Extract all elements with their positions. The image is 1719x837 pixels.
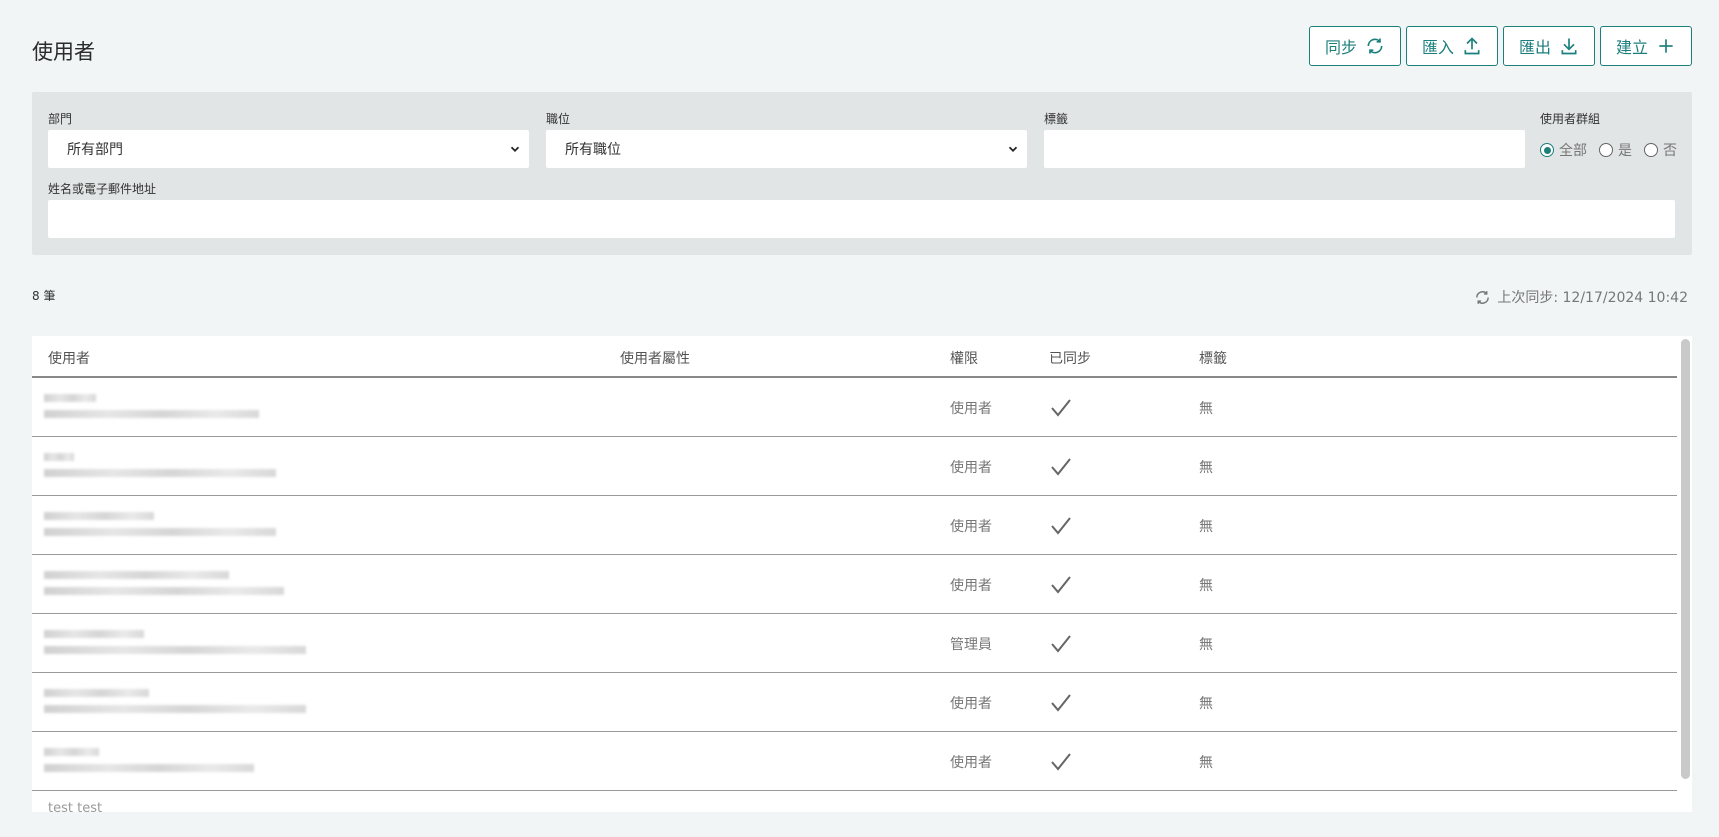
table-row[interactable]: test test 使用者 無 [32,791,1677,812]
department-select-value: 所有部門 [67,142,123,158]
table-row[interactable]: 使用者 無 [32,437,1677,496]
page-title: 使用者 [32,40,95,64]
row-tag: 無 [1199,696,1213,712]
last-sync-status: 上次同步: 12/17/2024 10:42 [1474,287,1688,307]
redacted-name [44,689,149,697]
tag-input[interactable] [1044,130,1525,168]
table-row[interactable]: 使用者 無 [32,673,1677,732]
column-header-user-attributes[interactable]: 使用者屬性 [620,348,690,368]
row-tag: 無 [1199,755,1213,771]
refresh-icon [1476,290,1490,304]
row-permission: 管理員 [950,637,992,653]
column-header-tags[interactable]: 標籤 [1199,348,1227,368]
column-header-permission[interactable]: 權限 [950,348,978,368]
redacted-email [44,469,276,477]
last-sync-text: 上次同步: 12/17/2024 10:42 [1497,290,1688,306]
row-tag: 無 [1199,578,1213,594]
radio-label: 全部 [1559,143,1587,159]
radio-button[interactable] [1599,143,1613,157]
tag-label: 標籤 [1044,112,1069,126]
redacted-name [44,453,74,461]
export-button-label: 匯出 [1518,38,1551,57]
check-icon [1051,635,1071,653]
redacted-name [44,748,99,756]
table-row[interactable]: 使用者 無 [32,378,1677,437]
chevron-down-icon [510,146,520,152]
create-button-label: 建立 [1615,38,1648,57]
row-permission: 使用者 [950,755,992,771]
check-icon [1051,576,1071,594]
position-select-value: 所有職位 [565,142,621,158]
filter-panel: 部門 所有部門 職位 所有職位 標籤 使用者群組 全部 是 否 姓名或電子郵件地… [32,92,1692,255]
user-group-option-all[interactable]: 全部 [1540,140,1587,160]
department-label: 部門 [48,112,73,126]
row-tag: 無 [1199,460,1213,476]
table-row[interactable]: 使用者 無 [32,732,1677,791]
column-header-synced[interactable]: 已同步 [1049,348,1091,368]
row-permission: 使用者 [950,460,992,476]
redacted-email [44,587,284,595]
redacted-name [44,630,144,638]
table-row[interactable]: 使用者 無 [32,496,1677,555]
redacted-name [44,512,154,520]
table-header: 使用者 使用者屬性 權限 已同步 標籤 [32,336,1677,378]
import-button-label: 匯入 [1421,38,1454,57]
check-icon [1051,517,1071,535]
column-header-user[interactable]: 使用者 [48,348,90,368]
row-permission: 使用者 [950,696,992,712]
toolbar: 同步 匯入 匯出 建立 [1308,26,1692,66]
chevron-down-icon [1008,146,1018,152]
import-button[interactable]: 匯入 [1405,26,1498,66]
name-email-label: 姓名或電子郵件地址 [48,182,157,196]
radio-button[interactable] [1644,143,1658,157]
user-group-option-yes[interactable]: 是 [1599,140,1632,160]
radio-button[interactable] [1540,143,1554,157]
user-group-radio-group: 全部 是 否 [1540,140,1683,160]
table-row[interactable]: 管理員 無 [32,614,1677,673]
check-icon [1051,753,1071,771]
redacted-email [44,705,306,713]
check-icon [1049,809,1073,812]
redacted-name [44,571,229,579]
department-select[interactable]: 所有部門 [48,130,529,168]
check-icon [1051,694,1071,712]
result-count: 8 筆 [32,289,56,303]
upload-icon [1464,37,1480,55]
position-label: 職位 [546,112,571,126]
radio-label: 是 [1618,143,1632,159]
redacted-name [44,394,96,402]
refresh-icon [1367,38,1383,54]
redacted-email [44,410,259,418]
row-user-name: test test [48,801,103,812]
export-button[interactable]: 匯出 [1502,26,1595,66]
download-icon [1561,38,1577,55]
plus-icon [1659,39,1673,53]
row-permission: 使用者 [950,811,992,812]
redacted-email [44,646,306,654]
radio-label: 否 [1663,143,1677,159]
sync-button[interactable]: 同步 [1308,26,1401,66]
redacted-email [44,528,276,536]
row-tag: 無 [1199,401,1213,417]
row-tag: 無 [1199,519,1213,535]
table-scrollbar[interactable] [1681,339,1690,779]
row-permission: 使用者 [950,519,992,535]
row-tag: 無 [1199,637,1213,653]
row-permission: 使用者 [950,578,992,594]
position-select[interactable]: 所有職位 [546,130,1027,168]
redacted-email [44,764,254,772]
create-button[interactable]: 建立 [1599,26,1692,66]
sync-button-label: 同步 [1324,38,1357,57]
table-row[interactable]: 使用者 無 [32,555,1677,614]
name-email-input[interactable] [48,200,1675,238]
user-group-option-no[interactable]: 否 [1644,140,1677,160]
row-tag: 無 [1199,811,1213,812]
check-icon [1051,458,1071,476]
user-group-label: 使用者群組 [1540,112,1601,126]
users-table: 使用者 使用者屬性 權限 已同步 標籤 使用者 無 使用者 無 使用者 無 使用… [32,336,1692,812]
row-permission: 使用者 [950,401,992,417]
check-icon [1051,399,1071,417]
